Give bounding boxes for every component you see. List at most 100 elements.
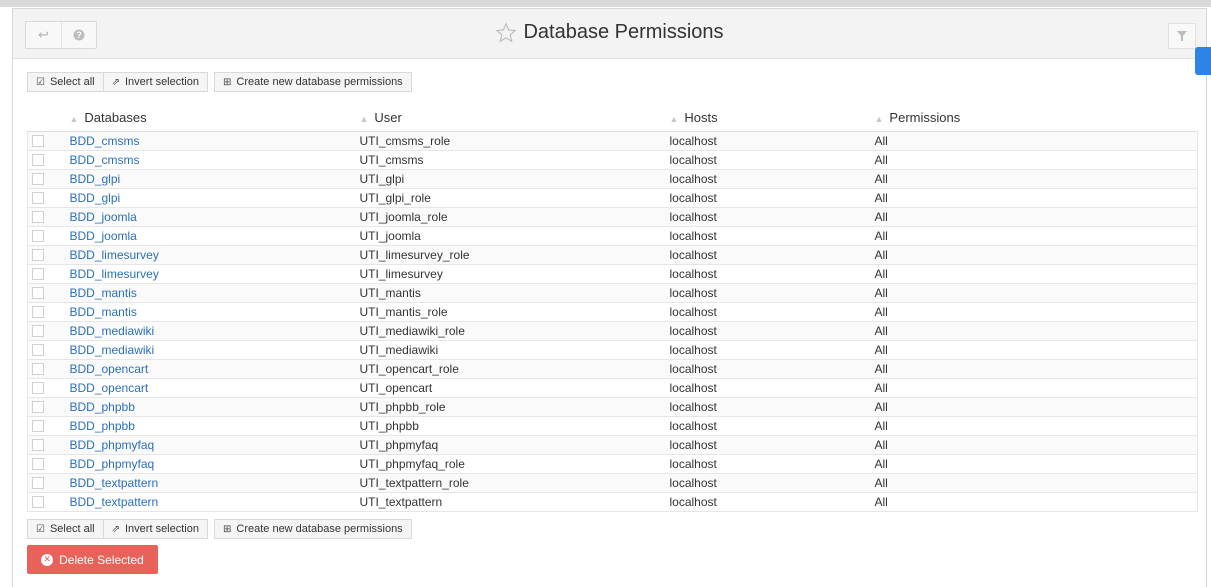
row-checkbox[interactable] xyxy=(32,458,44,471)
filter-icon xyxy=(1177,31,1187,41)
host-cell: localhost xyxy=(665,226,871,246)
side-panel-tab[interactable] xyxy=(1195,47,1211,75)
row-checkbox[interactable] xyxy=(32,382,44,395)
checkbox-checked-icon: ☑ xyxy=(36,76,45,88)
row-checkbox[interactable] xyxy=(32,230,44,243)
row-checkbox[interactable] xyxy=(32,268,44,281)
row-checkbox[interactable] xyxy=(32,496,44,509)
table-row: BDD_glpi UTI_glpi localhost All xyxy=(27,169,1198,189)
database-link[interactable]: BDD_joomla xyxy=(70,229,137,243)
permissions-cell: All xyxy=(870,397,1198,417)
permissions-cell: All xyxy=(870,416,1198,436)
database-link[interactable]: BDD_mediawiki xyxy=(70,343,155,357)
database-link[interactable]: BDD_phpbb xyxy=(70,419,135,433)
database-link[interactable]: BDD_glpi xyxy=(70,172,121,186)
table-row: BDD_glpi UTI_glpi_role localhost All xyxy=(27,188,1198,208)
row-checkbox[interactable] xyxy=(32,154,44,167)
permissions-table-wrap: ▲ Databases ▲ User ▲ Hosts ▲ Permissions BDD… xyxy=(27,105,1198,512)
times-circle-icon: ✕ xyxy=(41,553,54,566)
create-permissions-button[interactable]: ⊞ Create new database permissions xyxy=(213,519,412,539)
row-checkbox[interactable] xyxy=(32,401,44,414)
user-cell: UTI_limesurvey_role xyxy=(355,245,666,265)
host-cell: localhost xyxy=(665,283,871,303)
user-cell: UTI_phpmyfaq xyxy=(355,435,666,455)
database-link[interactable]: BDD_mantis xyxy=(70,305,137,319)
table-row: BDD_joomla UTI_joomla localhost All xyxy=(27,226,1198,246)
database-link[interactable]: BDD_phpbb xyxy=(70,400,135,414)
database-link[interactable]: BDD_opencart xyxy=(70,362,149,376)
row-checkbox[interactable] xyxy=(32,363,44,376)
host-cell: localhost xyxy=(665,378,871,398)
database-link[interactable]: BDD_limesurvey xyxy=(70,248,159,262)
database-link[interactable]: BDD_opencart xyxy=(70,381,149,395)
user-cell: UTI_glpi xyxy=(355,169,666,189)
database-link[interactable]: BDD_glpi xyxy=(70,191,121,205)
database-link[interactable]: BDD_cmsms xyxy=(70,134,140,148)
user-cell: UTI_cmsms xyxy=(355,150,666,170)
permissions-cell: All xyxy=(870,245,1198,265)
row-checkbox[interactable] xyxy=(32,477,44,490)
row-checkbox[interactable] xyxy=(32,211,44,224)
user-cell: UTI_joomla xyxy=(355,226,666,246)
database-link[interactable]: BDD_textpattern xyxy=(70,495,159,509)
checkbox-checked-icon: ☑ xyxy=(36,523,45,535)
table-row: BDD_cmsms UTI_cmsms_role localhost All xyxy=(27,131,1198,151)
database-link[interactable]: BDD_mantis xyxy=(70,286,137,300)
table-row: BDD_opencart UTI_opencart localhost All xyxy=(27,378,1198,398)
database-link[interactable]: BDD_joomla xyxy=(70,210,137,224)
column-header-permissions[interactable]: ▲ Permissions xyxy=(870,105,1198,132)
row-checkbox[interactable] xyxy=(32,420,44,433)
host-cell: localhost xyxy=(665,302,871,322)
filter-button[interactable] xyxy=(1168,23,1196,49)
sort-icon: ▲ xyxy=(69,114,79,125)
column-header-databases[interactable]: ▲ Databases xyxy=(65,105,356,132)
table-row: BDD_textpattern UTI_textpattern localhost A… xyxy=(27,492,1198,512)
database-link[interactable]: BDD_textpattern xyxy=(70,476,159,490)
host-cell: localhost xyxy=(665,245,871,265)
database-link[interactable]: BDD_cmsms xyxy=(70,153,140,167)
invert-selection-button[interactable]: ⇗ Invert selection xyxy=(103,519,208,539)
row-checkbox[interactable] xyxy=(32,192,44,205)
permissions-cell: All xyxy=(870,131,1198,151)
user-cell: UTI_opencart_role xyxy=(355,359,666,379)
share-square-icon: ⇗ xyxy=(111,523,120,535)
database-link[interactable]: BDD_phpmyfaq xyxy=(70,457,155,471)
row-checkbox[interactable] xyxy=(32,135,44,148)
row-checkbox[interactable] xyxy=(32,344,44,357)
table-row: BDD_mantis UTI_mantis localhost All xyxy=(27,283,1198,303)
permissions-cell: All xyxy=(870,378,1198,398)
star-outline-icon[interactable] xyxy=(495,21,518,44)
table-row: BDD_mediawiki UTI_mediawiki_role localhost… xyxy=(27,321,1198,341)
row-checkbox[interactable] xyxy=(32,325,44,338)
host-cell: localhost xyxy=(665,397,871,417)
row-checkbox[interactable] xyxy=(32,287,44,300)
window-top-strip xyxy=(0,0,1211,7)
invert-selection-button[interactable]: ⇗ Invert selection xyxy=(103,72,208,92)
row-checkbox[interactable] xyxy=(32,306,44,319)
permissions-cell: All xyxy=(870,492,1198,512)
permissions-cell: All xyxy=(870,207,1198,227)
user-cell: UTI_phpmyfaq_role xyxy=(355,454,666,474)
row-checkbox[interactable] xyxy=(32,249,44,262)
database-link[interactable]: BDD_mediawiki xyxy=(70,324,155,338)
row-checkbox[interactable] xyxy=(32,439,44,452)
user-cell: UTI_joomla_role xyxy=(355,207,666,227)
host-cell: localhost xyxy=(665,359,871,379)
permissions-cell: All xyxy=(870,264,1198,284)
row-checkbox[interactable] xyxy=(32,173,44,186)
database-link[interactable]: BDD_limesurvey xyxy=(70,267,159,281)
create-permissions-button[interactable]: ⊞ Create new database permissions xyxy=(213,72,412,92)
user-cell: UTI_limesurvey xyxy=(355,264,666,284)
select-all-button[interactable]: ☑ Select all xyxy=(27,72,104,92)
delete-selected-button[interactable]: ✕ Delete Selected xyxy=(27,545,158,574)
host-cell: localhost xyxy=(665,150,871,170)
column-header-hosts[interactable]: ▲ Hosts xyxy=(665,105,871,132)
select-all-button[interactable]: ☑ Select all xyxy=(27,519,104,539)
host-cell: localhost xyxy=(665,321,871,341)
permissions-table: ▲ Databases ▲ User ▲ Hosts ▲ Permissions BDD… xyxy=(27,105,1198,512)
table-row: BDD_mantis UTI_mantis_role localhost All xyxy=(27,302,1198,322)
table-row: BDD_cmsms UTI_cmsms localhost All xyxy=(27,150,1198,170)
column-header-user[interactable]: ▲ User xyxy=(355,105,666,132)
database-link[interactable]: BDD_phpmyfaq xyxy=(70,438,155,452)
table-row: BDD_phpmyfaq UTI_phpmyfaq_role localhost Al… xyxy=(27,454,1198,474)
